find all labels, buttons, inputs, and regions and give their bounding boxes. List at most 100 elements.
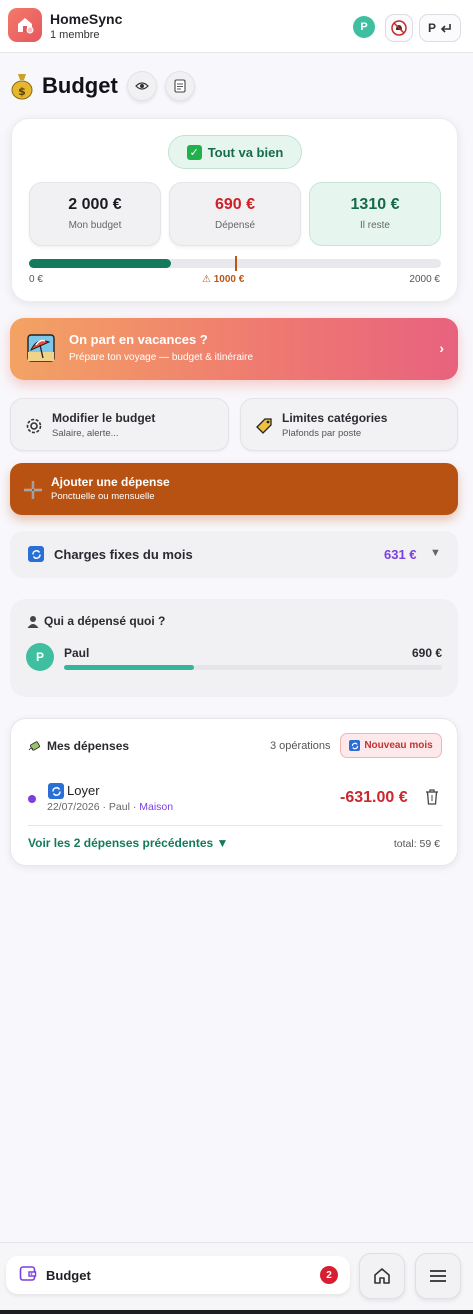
expense-meta: 22/07/2026 · Paul · Maison [47,801,173,813]
person-share-fill [64,665,195,670]
page-title: Budget [42,73,118,98]
expense-date: 22/07/2026 [47,801,100,813]
page-header: $ Budget [10,70,118,102]
person-share-bar [64,665,442,670]
menu-icon [430,1270,446,1282]
person-icon [27,615,39,628]
add-expense-title: Ajouter une dépense [51,475,170,489]
check-icon: ✓ [186,144,202,160]
recurring-icon [48,783,64,799]
scale-min-label: 0 € [29,274,43,285]
vacation-title: On part en vacances ? [69,332,208,347]
status-text: Tout va bien [207,144,284,160]
person-amount: 690 € [411,646,442,660]
operations-count: 3 opérations [270,740,331,752]
new-month-button[interactable]: Nouveau mois [340,733,442,758]
member-count: 1 membre [50,29,100,41]
price-tag-icon [256,418,272,434]
fixed-charges-toggle[interactable]: Charges fixes du mois 631 € ▼ [10,531,458,578]
expenses-header: Mes dépenses [28,739,129,753]
app-name: HomeSync [50,11,123,27]
status-badge: ✓ Tout va bien [168,135,302,169]
expenses-title: Mes dépenses [47,739,130,753]
person-name: Paul [64,646,90,660]
show-previous-expenses-link[interactable]: Voir les 2 dépenses précédentes ▼ [28,836,228,850]
fixed-charges-amount: 631 € [384,547,417,562]
expenses-card: Mes dépenses 3 opérations Nouveau mois L… [10,718,458,866]
stat-budget-label: Mon budget [68,220,122,231]
category-limits-subtitle: Plafonds par poste [282,428,362,439]
stat-remaining[interactable]: 1310 € Il reste [309,182,441,246]
eye-icon [135,82,149,90]
expense-name[interactable]: Loyer [67,783,100,798]
window-bottom-edge [0,1310,473,1314]
edit-budget-title: Modifier le budget [52,411,156,425]
category-limits-title: Limites catégories [282,411,388,425]
wallet-icon [19,1266,37,1281]
edit-budget-subtitle: Salaire, alerte... [52,428,119,439]
vacation-banner[interactable]: On part en vacances ? Prépare ton voyage… [10,318,458,380]
plus-icon [24,481,42,499]
expense-amount: -631.00 € [340,789,408,806]
svg-text:$: $ [18,85,26,98]
who-spent-header: Qui a dépensé quoi ? [27,614,165,628]
expense-category: Maison [139,801,174,813]
stat-spent-value: 690 € [214,196,256,213]
budget-progress-bar [29,256,441,271]
money-wings-icon [28,740,41,751]
switch-user-button[interactable]: P [419,14,461,42]
avatar: P [26,643,54,671]
user-avatar[interactable]: P [353,16,375,38]
scale-max-label: 2000 € [409,274,440,285]
app-logo-icon[interactable] [8,8,42,42]
home-icon [374,1268,390,1284]
expense-person: Paul [108,801,130,813]
divider [28,825,442,826]
visibility-button[interactable] [127,71,157,101]
report-button[interactable] [165,71,195,101]
category-dot [28,795,36,803]
gear-icon [26,418,42,434]
budget-summary-card: ✓ Tout va bien 2 000 € Mon budget 690 € … [11,118,458,302]
document-icon [174,79,186,93]
notification-badge: 2 [320,1266,338,1284]
arrow-return-icon [440,23,451,33]
beach-umbrella-icon [27,334,55,362]
home-button[interactable] [359,1253,405,1299]
tab-budget-label: Budget [46,1268,91,1283]
chevron-right-icon: › [439,340,444,356]
recurring-icon [349,740,361,751]
meta-separator: · [102,801,106,813]
stat-budget[interactable]: 2 000 € Mon budget [29,182,161,246]
scale-alert-label: ⚠ 1000 € [202,274,245,285]
chevron-down-icon: ▼ [430,547,441,559]
menu-button[interactable] [415,1253,461,1299]
new-month-label: Nouveau mois [364,740,433,751]
budget-progress-fill [29,259,172,268]
stat-spent-label: Dépensé [214,220,256,231]
fixed-charges-label: Charges fixes du mois [54,547,193,562]
add-expense-subtitle: Ponctuelle ou mensuelle [51,491,155,502]
stat-remaining-value: 1310 € [350,196,400,213]
stat-remaining-label: Il reste [359,220,390,231]
stat-budget-value: 2 000 € [68,196,122,213]
notifications-button[interactable] [385,14,413,42]
alert-threshold-marker [235,256,237,271]
vacation-subtitle: Prépare ton voyage — budget & itinéraire [69,352,253,363]
who-spent-card: Qui a dépensé quoi ? P Paul 690 € [10,599,458,697]
stat-spent[interactable]: 690 € Dépensé [169,182,301,246]
bottom-navigation: Budget 2 [0,1242,473,1314]
edit-budget-button[interactable]: Modifier le budget Salaire, alerte... [10,398,229,451]
category-limits-button[interactable]: Limites catégories Plafonds par poste [240,398,458,451]
tab-budget[interactable]: Budget 2 [6,1256,350,1294]
money-bag-icon: $ [11,74,33,100]
add-expense-button[interactable]: Ajouter une dépense Ponctuelle ou mensue… [10,463,458,515]
recurring-icon [28,546,44,562]
meta-separator: · [132,801,137,813]
switch-user-initial: P [427,21,436,35]
who-spent-title: Qui a dépensé quoi ? [44,614,166,628]
top-bar: HomeSync 1 membre P P [0,0,473,53]
bell-muted-icon [391,20,407,36]
trash-icon[interactable] [425,789,439,805]
expenses-total: total: 59 € [393,838,440,850]
